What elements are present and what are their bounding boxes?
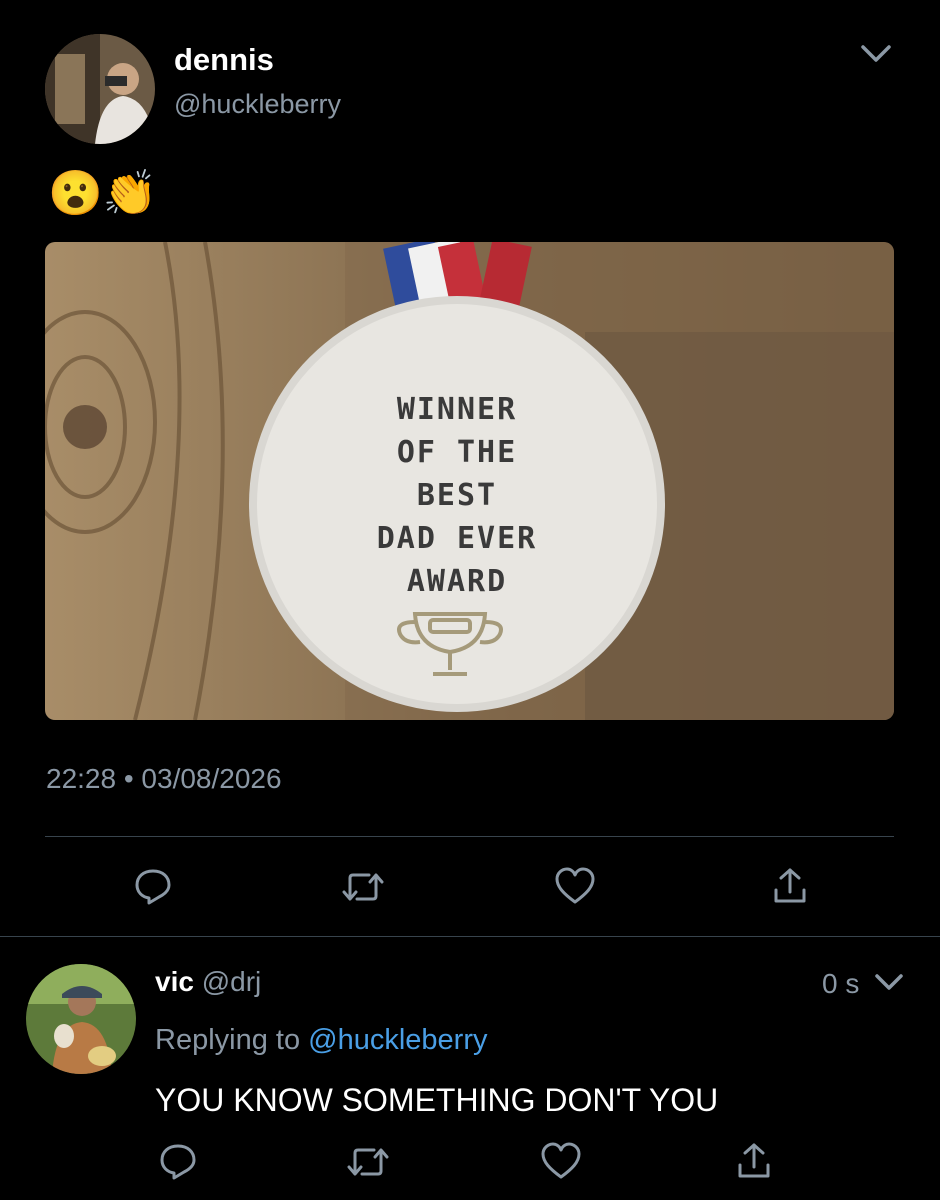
reply-age: 0 s: [822, 968, 860, 999]
reply-text: YOU KNOW SOMETHING DON'T YOU: [155, 1082, 719, 1118]
medal-line-3: BEST: [416, 478, 498, 513]
reply-retweet-icon[interactable]: [346, 1143, 390, 1181]
replying-to: Replying to @huckleberry: [155, 1023, 488, 1057]
medal-engraving: WINNER OF THE BEST DAD EVER AWARD: [327, 388, 587, 603]
reply-author-handle[interactable]: @drj: [202, 966, 262, 997]
replying-to-label: Replying to: [155, 1024, 301, 1056]
tweet-media[interactable]: WINNER OF THE BEST DAD EVER AWARD: [45, 242, 894, 720]
reply-author[interactable]: vic @drj: [155, 965, 261, 999]
chevron-down-icon[interactable]: [858, 38, 894, 68]
medal-line-2: OF THE: [396, 435, 518, 470]
like-icon[interactable]: [554, 866, 596, 906]
tweet-text: 😮👏: [48, 169, 158, 218]
tweet-timestamp[interactable]: 22:28 • 03/08/2026: [46, 762, 282, 796]
thread-divider: [0, 936, 940, 937]
reply-avatar[interactable]: [26, 964, 136, 1074]
reply-share-icon[interactable]: [736, 1141, 772, 1181]
author-avatar[interactable]: [45, 34, 155, 144]
reply-chevron-down-icon[interactable]: [872, 968, 906, 996]
share-icon[interactable]: [772, 866, 808, 906]
replying-to-handle[interactable]: @huckleberry: [308, 1024, 487, 1056]
reply-icon[interactable]: [133, 866, 173, 906]
reply-like-icon[interactable]: [540, 1141, 582, 1181]
reply-reply-icon[interactable]: [158, 1141, 198, 1181]
author-handle[interactable]: @huckleberry: [174, 88, 341, 120]
author-name[interactable]: dennis: [174, 42, 274, 78]
medal-line-1: WINNER: [396, 392, 518, 427]
timestamp-divider: [45, 836, 894, 837]
retweet-icon[interactable]: [341, 868, 385, 906]
medal-line-4: DAD EVER: [376, 521, 538, 556]
medal-line-5: AWARD: [406, 564, 508, 599]
reply-author-name[interactable]: vic: [155, 966, 194, 997]
